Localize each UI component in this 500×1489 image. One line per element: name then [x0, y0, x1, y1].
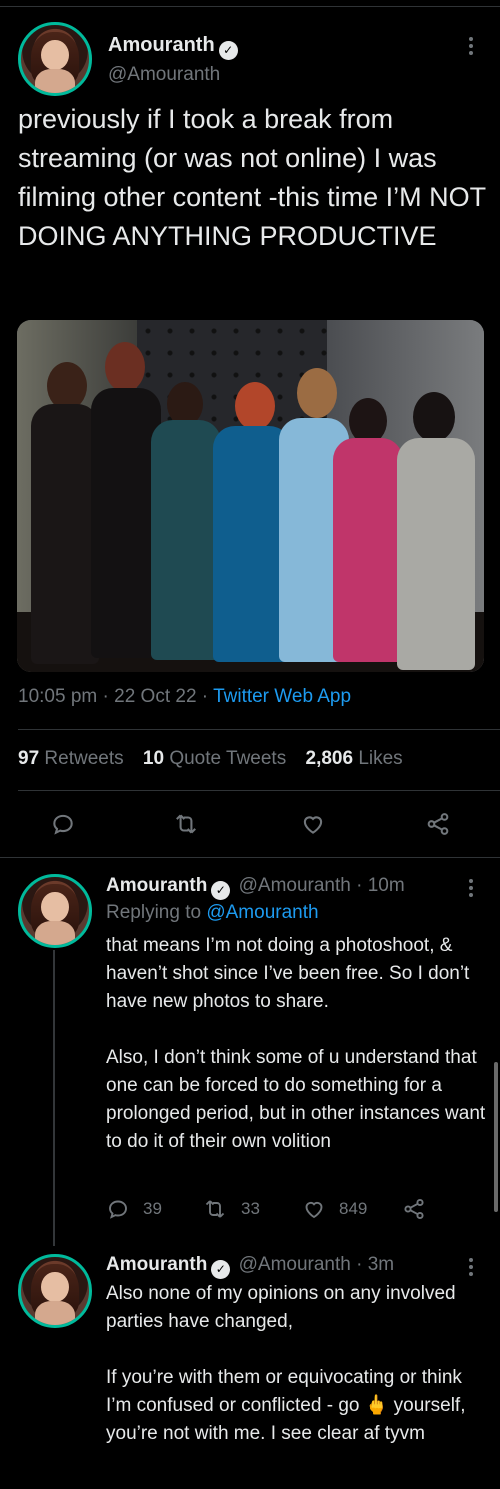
verified-badge-icon: ✓: [211, 1260, 231, 1279]
tweet-text: previously if I took a break from stream…: [18, 104, 486, 251]
author-handle[interactable]: @Amouranth: [108, 64, 220, 86]
tweet-stats: 97 Retweets 10 Quote Tweets 2,806 Likes: [18, 748, 403, 770]
author-avatar[interactable]: [18, 22, 92, 96]
reply-text: that means I’m not doing a photoshoot, &…: [106, 935, 486, 1152]
reply-author-avatar[interactable]: [18, 874, 92, 948]
like-count: 849: [339, 1199, 368, 1218]
reply-icon[interactable]: [106, 1197, 130, 1221]
more-options-icon[interactable]: [468, 34, 474, 58]
divider: [18, 729, 500, 730]
retweets-stat[interactable]: 97 Retweets: [18, 748, 124, 769]
tweet-timestamp[interactable]: 10:05 pm · 22 Oct 22 · Twitter Web App: [18, 686, 351, 708]
reply-text: Also none of my opinions on any involved…: [106, 1283, 466, 1444]
likes-stat[interactable]: 2,806 Likes: [306, 748, 403, 769]
more-options-icon[interactable]: [468, 1255, 474, 1279]
quote-tweets-stat[interactable]: 10 Quote Tweets: [143, 748, 286, 769]
author-name[interactable]: Amouranth ✓: [108, 34, 238, 60]
top-divider: [0, 6, 500, 7]
like-icon[interactable]: [300, 811, 326, 837]
divider: [18, 790, 500, 791]
reply-icon[interactable]: [50, 811, 76, 837]
reply-author-name[interactable]: Amouranth ✓ @Amouranth · 3m: [106, 1254, 394, 1279]
share-icon[interactable]: [424, 811, 452, 837]
verified-badge-icon: ✓: [211, 881, 231, 900]
reply-author-avatar[interactable]: [18, 1254, 92, 1328]
more-options-icon[interactable]: [468, 876, 474, 900]
share-icon[interactable]: [401, 1197, 427, 1221]
retweet-count: 33: [241, 1199, 260, 1218]
retweet-icon[interactable]: [202, 1197, 228, 1221]
scrollbar[interactable]: [494, 1062, 498, 1212]
source-app-link[interactable]: Twitter Web App: [213, 686, 351, 707]
like-icon[interactable]: [302, 1197, 326, 1221]
tweet-photo[interactable]: [17, 320, 484, 672]
reply-count: 39: [143, 1199, 162, 1218]
divider: [0, 857, 500, 858]
replying-to: Replying to @Amouranth: [106, 902, 319, 923]
thread-line: [53, 950, 55, 1246]
retweet-icon[interactable]: [172, 811, 200, 837]
replying-to-link[interactable]: @Amouranth: [206, 902, 318, 923]
verified-badge-icon: ✓: [218, 41, 238, 60]
reply-author-name[interactable]: Amouranth ✓ @Amouranth · 10m: [106, 875, 405, 900]
